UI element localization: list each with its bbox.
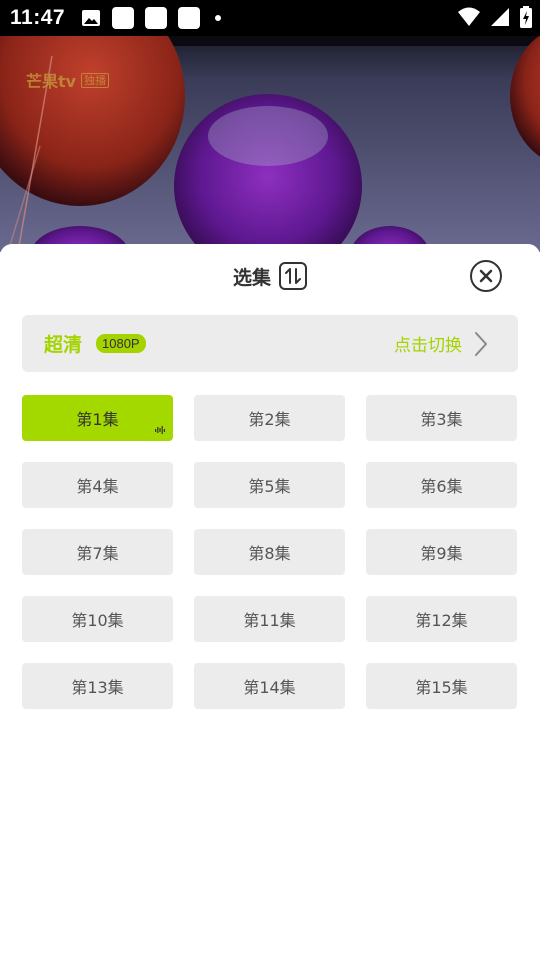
notification-icons — [81, 7, 222, 29]
video-player[interactable]: 芒果tv 独播 — [0, 36, 540, 252]
resolution-badge: 1080P — [96, 334, 146, 353]
quality-switch-label[interactable]: 点击切换 — [394, 315, 462, 372]
episode-button-3[interactable]: 第3集 — [366, 395, 517, 441]
cellular-signal-icon — [491, 8, 509, 26]
episode-label: 第13集 — [71, 678, 124, 697]
app-notification-icon — [145, 7, 168, 29]
episode-label: 第7集 — [76, 544, 119, 563]
episode-label: 第10集 — [71, 611, 124, 630]
episode-button-14[interactable]: 第14集 — [194, 663, 345, 709]
episode-label: 第3集 — [420, 410, 463, 429]
episode-button-2[interactable]: 第2集 — [194, 395, 345, 441]
app-notification-icon — [112, 7, 135, 29]
episode-label: 第9集 — [420, 544, 463, 563]
episode-button-10[interactable]: 第10集 — [22, 596, 173, 642]
status-time: 11:47 — [10, 6, 66, 29]
sort-arrows-icon — [285, 268, 301, 284]
episode-label: 第2集 — [248, 410, 291, 429]
chevron-right-icon — [475, 332, 487, 356]
sheet-header: 选集 — [0, 258, 540, 294]
episode-selection-sheet: 选集 超清 1080P 点击切换 第1集 第2集 第3集 第4集 第5集 第6集… — [0, 244, 540, 960]
episode-button-15[interactable]: 第15集 — [366, 663, 517, 709]
status-bar: 11:47 — [0, 0, 540, 36]
episode-label: 第6集 — [420, 477, 463, 496]
watermark-badge: 独播 — [81, 72, 110, 88]
episode-button-6[interactable]: 第6集 — [366, 462, 517, 508]
sort-order-button[interactable] — [279, 262, 307, 290]
system-icons — [458, 6, 532, 28]
episode-label: 第5集 — [248, 477, 291, 496]
episode-label: 第8集 — [248, 544, 291, 563]
more-notifications-icon — [215, 15, 222, 21]
mango-tv-watermark: 芒果tv 独播 — [26, 68, 110, 92]
now-playing-icon — [155, 426, 165, 434]
watermark-brand: 芒果tv — [26, 72, 77, 91]
close-icon — [479, 269, 493, 283]
episode-label: 第12集 — [415, 611, 468, 630]
close-button[interactable] — [470, 260, 502, 292]
battery-charging-icon — [520, 6, 532, 28]
episode-label: 第14集 — [243, 678, 296, 697]
episode-button-8[interactable]: 第8集 — [194, 529, 345, 575]
episode-button-7[interactable]: 第7集 — [22, 529, 173, 575]
episode-label: 第1集 — [76, 410, 119, 429]
episode-button-9[interactable]: 第9集 — [366, 529, 517, 575]
app-notification-icon — [178, 7, 201, 29]
episode-button-5[interactable]: 第5集 — [194, 462, 345, 508]
sheet-title-group: 选集 — [0, 258, 540, 294]
episode-button-11[interactable]: 第11集 — [194, 596, 345, 642]
episode-button-1[interactable]: 第1集 — [22, 395, 173, 441]
episode-button-13[interactable]: 第13集 — [22, 663, 173, 709]
episode-button-12[interactable]: 第12集 — [366, 596, 517, 642]
episode-label: 第15集 — [415, 678, 468, 697]
wifi-icon — [458, 7, 480, 26]
sheet-title: 选集 — [232, 266, 271, 289]
episode-label: 第11集 — [243, 611, 296, 630]
quality-selector[interactable]: 超清 1080P 点击切换 — [22, 315, 518, 372]
image-notification-icon — [82, 10, 101, 26]
episode-button-4[interactable]: 第4集 — [22, 462, 173, 508]
episode-label: 第4集 — [76, 477, 119, 496]
quality-name: 超清 — [44, 334, 83, 356]
